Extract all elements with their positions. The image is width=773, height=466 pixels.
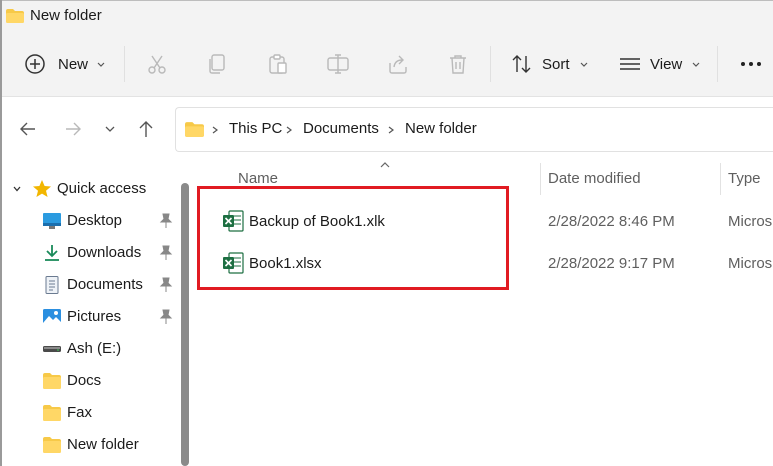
pin-icon[interactable] bbox=[159, 277, 173, 293]
window-title: New folder bbox=[30, 7, 102, 24]
sidebar-item-pictures[interactable]: Pictures bbox=[2, 301, 180, 333]
sidebar-item-label: Fax bbox=[67, 404, 93, 421]
breadcrumb-chevron-icon[interactable] bbox=[284, 125, 294, 135]
sidebar-item-docs[interactable]: Docs bbox=[2, 365, 180, 397]
window-frame-left bbox=[0, 0, 2, 466]
sidebar-item-label: Docs bbox=[67, 372, 102, 389]
up-arrow-icon[interactable] bbox=[135, 118, 157, 140]
sort-icon bbox=[512, 55, 531, 73]
sidebar-item-label: Quick access bbox=[57, 180, 147, 197]
paste-icon[interactable] bbox=[267, 53, 289, 75]
breadcrumb-chevron-icon[interactable] bbox=[386, 125, 396, 135]
share-icon[interactable] bbox=[387, 53, 409, 75]
rename-icon[interactable] bbox=[327, 53, 349, 75]
sort-button[interactable]: Sort bbox=[511, 44, 589, 84]
column-header-type[interactable]: Type bbox=[728, 170, 761, 187]
view-button-label: View bbox=[650, 55, 683, 73]
breadcrumb-this-pc[interactable]: This PC bbox=[229, 120, 282, 137]
sidebar-item-fax[interactable]: Fax bbox=[2, 397, 180, 429]
column-divider[interactable] bbox=[720, 163, 721, 195]
pictures-icon bbox=[43, 309, 61, 325]
file-date-modified: 2/28/2022 9:17 PM bbox=[548, 255, 675, 272]
sidebar-item-ash-drive[interactable]: Ash (E:) bbox=[2, 333, 180, 365]
sidebar-item-documents[interactable]: Documents bbox=[2, 269, 180, 301]
chevron-down-icon bbox=[97, 62, 105, 67]
drive-icon bbox=[43, 346, 61, 352]
chevron-down-icon[interactable] bbox=[12, 184, 22, 194]
file-type: Micros bbox=[728, 255, 773, 272]
breadcrumb-new-folder[interactable]: New folder bbox=[405, 120, 477, 137]
chevron-down-icon bbox=[580, 62, 587, 67]
folder-icon bbox=[185, 122, 204, 137]
toolbar-separator bbox=[490, 46, 491, 82]
plus-circle-icon bbox=[25, 54, 45, 74]
back-arrow-icon[interactable] bbox=[17, 118, 39, 140]
view-button[interactable]: View bbox=[619, 44, 701, 84]
pin-icon[interactable] bbox=[159, 213, 173, 229]
sidebar-item-new-folder[interactable]: New folder bbox=[2, 429, 180, 461]
breadcrumb-chevron-icon[interactable] bbox=[210, 125, 220, 135]
sort-button-label: Sort bbox=[542, 55, 570, 73]
more-icon[interactable] bbox=[740, 58, 762, 70]
highlight-box bbox=[197, 186, 509, 290]
chevron-down-icon bbox=[692, 62, 700, 67]
sidebar-item-downloads[interactable]: Downloads bbox=[2, 237, 180, 269]
pin-icon[interactable] bbox=[159, 309, 173, 325]
toolbar-separator bbox=[717, 46, 718, 82]
folder-icon bbox=[43, 373, 61, 389]
sidebar-item-label: Pictures bbox=[67, 308, 122, 325]
column-header-name[interactable]: Name bbox=[238, 170, 278, 187]
document-icon bbox=[45, 276, 59, 294]
sidebar-item-label: Desktop bbox=[67, 212, 123, 229]
pin-icon[interactable] bbox=[159, 245, 173, 261]
sidebar-item-quick-access[interactable]: Quick access bbox=[2, 173, 180, 205]
desktop-icon bbox=[43, 213, 61, 229]
forward-arrow-icon[interactable] bbox=[62, 118, 84, 140]
title-bar bbox=[2, 1, 773, 33]
breadcrumb-documents[interactable]: Documents bbox=[303, 120, 379, 137]
column-divider[interactable] bbox=[540, 163, 541, 195]
new-button[interactable]: New bbox=[24, 44, 106, 84]
new-button-label: New bbox=[58, 55, 89, 73]
sidebar-item-label: New folder bbox=[67, 436, 139, 453]
sidebar-item-label: Ash (E:) bbox=[67, 340, 122, 357]
sidebar-scrollbar[interactable] bbox=[181, 183, 189, 466]
sort-ascending-icon bbox=[380, 162, 390, 168]
cut-icon[interactable] bbox=[146, 53, 168, 75]
view-icon bbox=[620, 58, 640, 70]
file-date-modified: 2/28/2022 8:46 PM bbox=[548, 213, 675, 230]
file-type: Micros bbox=[728, 213, 773, 230]
sidebar-item-label: Documents bbox=[67, 276, 143, 293]
column-header-date-modified[interactable]: Date modified bbox=[548, 170, 641, 187]
sidebar-item-desktop[interactable]: Desktop bbox=[2, 205, 180, 237]
delete-icon[interactable] bbox=[447, 53, 469, 75]
star-icon bbox=[33, 180, 51, 197]
recent-locations-chevron-icon[interactable] bbox=[104, 124, 116, 134]
folder-icon bbox=[43, 437, 61, 453]
folder-icon bbox=[6, 9, 24, 23]
toolbar-separator bbox=[124, 46, 125, 82]
sidebar-item-label: Downloads bbox=[67, 244, 142, 261]
copy-icon[interactable] bbox=[206, 53, 228, 75]
download-icon bbox=[45, 245, 59, 261]
folder-icon bbox=[43, 405, 61, 421]
